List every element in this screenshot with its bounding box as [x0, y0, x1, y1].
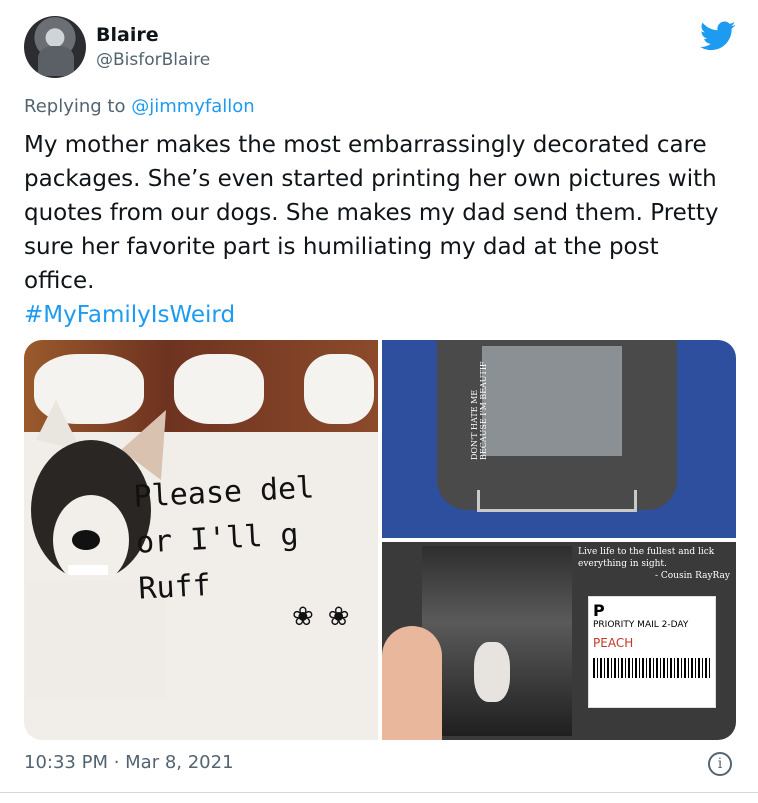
photo-mailbox[interactable]: DON'T HATE ME BECAUSE I'M BEAUTIF: [382, 340, 736, 538]
label-letter: P: [593, 601, 605, 620]
mailbox-slot: [477, 490, 637, 512]
media-grid: Please del or I'll g Ruff ❀❀ DON'T HATE …: [24, 340, 736, 740]
fur-patch: [174, 354, 264, 424]
fur-patch: [304, 354, 374, 424]
dog-photo: [422, 546, 572, 736]
hand: [382, 626, 442, 740]
shipping-label: P PRIORITY MAIL 2-DAY PEACH: [588, 596, 716, 708]
package-side-text: DON'T HATE ME BECAUSE I'M BEAUTIF: [470, 361, 488, 460]
replying-to: Replying to @jimmyfallon: [24, 96, 255, 117]
quote-attribution: - Cousin RayRay: [654, 571, 730, 581]
divider: [0, 792, 758, 793]
tweet-text: My mother makes the most embarrassingly …: [24, 132, 719, 294]
hashtag-link[interactable]: #MyFamilyIsWeird: [24, 302, 235, 328]
package-in-mailbox: [482, 346, 622, 456]
avatar[interactable]: [24, 16, 86, 78]
dog-tongue: [474, 642, 510, 702]
author-handle[interactable]: @BisforBlaire: [96, 50, 210, 70]
reply-prefix: Replying to: [24, 96, 132, 117]
photo-package-label[interactable]: Live life to the fullest and lick everyt…: [382, 542, 736, 740]
twitter-bird-icon[interactable]: [700, 18, 736, 54]
note-line: or I'll g: [135, 517, 300, 561]
photo-care-package-note[interactable]: Please del or I'll g Ruff ❀❀: [24, 340, 378, 740]
tweet-timestamp[interactable]: 10:33 PM · Mar 8, 2021: [24, 752, 234, 773]
label-service: PRIORITY MAIL 2-DAY: [593, 620, 689, 630]
barcode: [593, 658, 711, 678]
handwritten-note: Please del or I'll g Ruff: [133, 465, 321, 612]
tweet-body: My mother makes the most embarrassingly …: [24, 128, 736, 332]
paw-prints-icon: ❀❀: [292, 602, 364, 632]
package-quote: Live life to the fullest and lick everyt…: [578, 546, 730, 582]
info-icon[interactable]: i: [708, 752, 732, 776]
quote-text: Live life to the fullest and lick everyt…: [578, 547, 715, 569]
label-name: PEACH: [593, 636, 634, 650]
author-name[interactable]: Blaire: [96, 24, 159, 46]
reply-mention-link[interactable]: @jimmyfallon: [131, 96, 255, 117]
